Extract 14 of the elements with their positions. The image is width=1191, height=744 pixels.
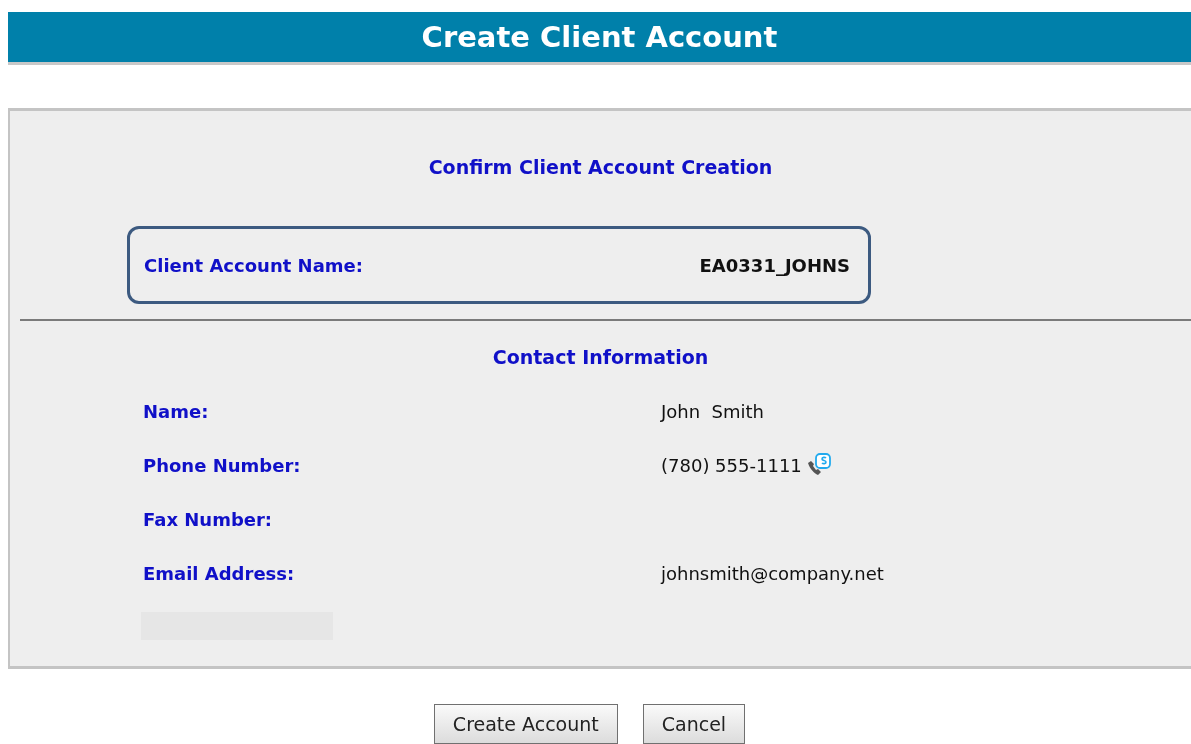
cancel-button[interactable]: Cancel xyxy=(642,704,746,744)
account-name: EA0331_JOHNS xyxy=(699,254,850,276)
field-value: johnsmith@company.net xyxy=(661,562,884,584)
field-label: Fax Number: xyxy=(143,508,274,530)
section-title: Contact Information xyxy=(491,346,710,368)
field-value: (780) 555-1111 xyxy=(661,454,802,476)
field-label: Name: xyxy=(143,400,210,422)
page-title: Create Client Account xyxy=(8,12,1191,65)
field-value: John Smith xyxy=(661,400,764,422)
field-label: Phone Number: xyxy=(143,454,302,476)
section-title: Confirm Client Account Creation xyxy=(427,156,774,178)
field-label: Email Address: xyxy=(143,562,296,584)
create-account-button[interactable]: Create Account xyxy=(433,704,618,744)
field-label: Client Account Name: xyxy=(144,254,363,276)
